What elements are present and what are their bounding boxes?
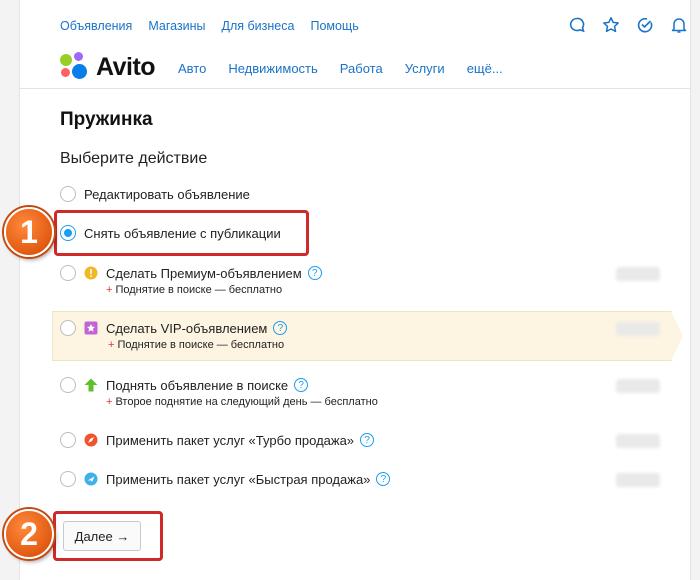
notification-icon[interactable]	[636, 16, 654, 34]
option-vip[interactable]: Сделать VIP-объявлением ?	[60, 317, 288, 339]
help-icon[interactable]: ?	[273, 321, 288, 335]
callout-badge-1: 1	[4, 207, 54, 257]
vip-icon	[84, 321, 98, 335]
radio-premium[interactable]	[60, 265, 76, 281]
option-turbo-label: Применить пакет услуг «Турбо продажа»	[106, 432, 355, 448]
vip-highlight-arrow	[671, 311, 683, 361]
main-nav-auto[interactable]: Авто	[178, 61, 206, 76]
right-frame	[690, 0, 700, 580]
top-nav-business[interactable]: Для бизнеса	[222, 19, 295, 37]
callout-box-2	[53, 511, 163, 561]
main-nav-more[interactable]: ещё...	[467, 61, 503, 76]
chat-icon[interactable]	[568, 16, 586, 34]
option-turbo[interactable]: Применить пакет услуг «Турбо продажа» ?	[60, 429, 375, 451]
top-nav-help[interactable]: Помощь	[310, 19, 358, 37]
premium-perk: + Поднятие в поиске — бесплатно	[106, 284, 283, 296]
option-fast-sale[interactable]: Применить пакет услуг «Быстрая продажа» …	[60, 468, 391, 490]
bell-icon[interactable]	[670, 16, 688, 34]
action-subtitle: Выберите действие	[60, 150, 208, 167]
help-icon[interactable]: ?	[307, 266, 322, 280]
main-nav: Авто Недвижимость Работа Услуги ещё...	[178, 61, 503, 76]
main-nav-jobs[interactable]: Работа	[340, 61, 383, 76]
help-icon[interactable]: ?	[294, 378, 309, 392]
option-fast-sale-label: Применить пакет услуг «Быстрая продажа»	[106, 471, 371, 487]
top-nav: Объявления Магазины Для бизнеса Помощь	[60, 19, 359, 37]
fast-sale-icon	[84, 472, 98, 486]
top-nav-shops[interactable]: Магазины	[148, 19, 205, 37]
radio-fast-sale[interactable]	[60, 471, 76, 487]
premium-price	[616, 267, 660, 281]
fast-sale-price	[616, 473, 660, 487]
top-icons	[568, 16, 688, 34]
top-nav-ads[interactable]: Объявления	[60, 19, 132, 37]
logo-text: Avito	[96, 52, 156, 81]
arrow-up-icon	[84, 378, 98, 392]
help-icon[interactable]: ?	[376, 472, 391, 486]
option-lift[interactable]: Поднять объявление в поиске ?	[60, 374, 309, 396]
option-edit[interactable]: Редактировать объявление	[60, 183, 250, 205]
header-divider	[20, 88, 690, 89]
radio-lift[interactable]	[60, 377, 76, 393]
radio-turbo[interactable]	[60, 432, 76, 448]
option-premium-label: Сделать Премиум-объявлением	[106, 265, 302, 281]
main-nav-services[interactable]: Услуги	[405, 61, 445, 76]
premium-icon	[84, 266, 98, 280]
radio-edit[interactable]	[60, 186, 76, 202]
option-lift-label: Поднять объявление в поиске	[106, 377, 289, 393]
option-edit-label: Редактировать объявление	[84, 186, 250, 202]
option-premium[interactable]: Сделать Премиум-объявлением ?	[60, 262, 322, 284]
logo-dots-icon	[60, 52, 90, 82]
vip-perk: + Поднятие в поиске — бесплатно	[108, 339, 285, 351]
lift-perk: + Второе поднятие на следующий день — бес…	[106, 396, 378, 408]
lift-price	[616, 379, 660, 393]
callout-badge-2: 2	[4, 509, 54, 559]
vip-price	[616, 322, 660, 336]
callout-box-1	[54, 210, 309, 256]
star-icon[interactable]	[602, 16, 620, 34]
main-nav-realty[interactable]: Недвижимость	[228, 61, 317, 76]
turbo-price	[616, 434, 660, 448]
turbo-icon	[84, 433, 98, 447]
radio-vip[interactable]	[60, 320, 76, 336]
help-icon[interactable]: ?	[360, 433, 375, 447]
left-frame	[0, 0, 20, 580]
page-title: Пружинка	[60, 109, 153, 130]
avito-logo[interactable]: Avito	[60, 52, 156, 82]
option-vip-label: Сделать VIP-объявлением	[106, 320, 268, 336]
